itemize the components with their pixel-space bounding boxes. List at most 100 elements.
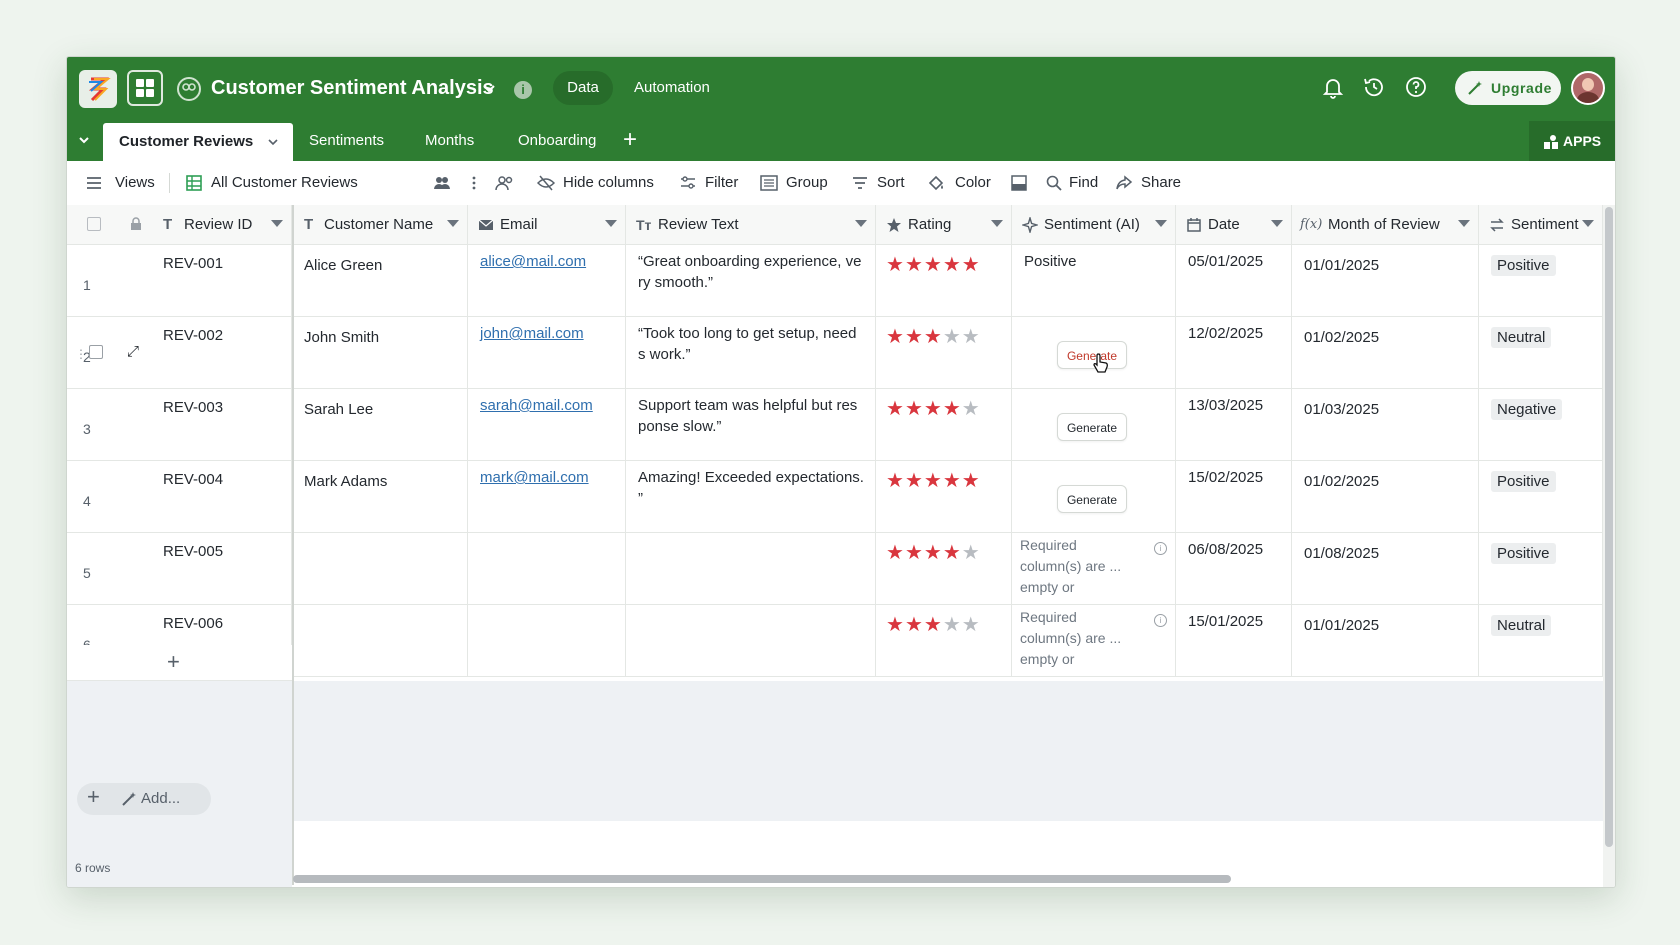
star-icon[interactable]: ★ (924, 542, 943, 564)
caret-down-icon[interactable] (991, 220, 1003, 227)
star-icon[interactable]: ★ (943, 326, 962, 348)
cell-month[interactable]: 01/08/2025 (1292, 533, 1479, 605)
generate-button[interactable]: Generate (1057, 413, 1127, 441)
sentiment-chip[interactable]: Neutral (1491, 327, 1552, 348)
cell-name[interactable]: Sarah Lee (292, 389, 468, 461)
email-link[interactable]: john@mail.com (480, 323, 617, 344)
history-icon[interactable] (1362, 75, 1386, 99)
star-icon[interactable]: ★ (962, 470, 981, 492)
hide-columns-button[interactable]: Hide columns (537, 161, 654, 205)
cell-rating[interactable]: ★★★★★ (876, 245, 1012, 317)
star-icon[interactable]: ★ (905, 542, 924, 564)
caret-down-icon[interactable] (1155, 220, 1167, 227)
star-icon[interactable]: ★ (886, 614, 905, 636)
star-icon[interactable]: ★ (905, 326, 924, 348)
email-link[interactable]: sarah@mail.com (480, 395, 617, 416)
star-icon[interactable]: ★ (886, 470, 905, 492)
cell-id[interactable]: 1 REV-001 (67, 245, 292, 317)
star-icon[interactable]: ★ (886, 326, 905, 348)
header-month-of-review[interactable]: f(x) Month of Review (1292, 205, 1479, 245)
cell-sentiment[interactable]: Neutral (1479, 605, 1603, 677)
caret-down-icon[interactable] (855, 220, 867, 227)
select-all-checkbox[interactable] (87, 217, 101, 231)
cell-text[interactable] (626, 605, 876, 677)
cell-sentiment-ai[interactable]: Positive (1012, 245, 1176, 317)
caret-down-icon[interactable] (1271, 220, 1283, 227)
generate-button[interactable]: Generate (1057, 485, 1127, 513)
add-tab-button[interactable]: + (623, 127, 637, 153)
expand-icon[interactable]: ⤢ (127, 343, 139, 360)
caret-down-icon[interactable] (271, 220, 283, 227)
dashboard-grid-icon[interactable] (127, 70, 163, 106)
cell-email[interactable]: john@mail.com (468, 317, 626, 389)
cell-text[interactable]: “Great onboarding experience, ve ry smoo… (626, 245, 876, 317)
sort-button[interactable]: Sort (851, 161, 905, 205)
cell-sentiment[interactable]: Positive (1479, 245, 1603, 317)
header-sentiment-ai[interactable]: Sentiment (AI) (1012, 205, 1176, 245)
star-icon[interactable]: ★ (924, 614, 943, 636)
sentiment-chip[interactable]: Negative (1491, 399, 1563, 420)
star-icon[interactable]: ★ (886, 542, 905, 564)
header-date[interactable]: Date (1176, 205, 1292, 245)
find-button[interactable]: Find (1045, 161, 1098, 205)
row-height-icon[interactable] (1010, 174, 1028, 192)
scrollbar-thumb[interactable] (1605, 207, 1613, 847)
help-icon[interactable] (1404, 75, 1428, 99)
sentiment-chip[interactable]: Positive (1491, 255, 1556, 276)
add-row-button[interactable]: + (67, 645, 292, 681)
avatar[interactable] (1571, 71, 1605, 105)
nav-automation-button[interactable]: Automation (634, 79, 710, 96)
apps-button[interactable]: APPS (1529, 121, 1615, 161)
star-icon[interactable]: ★ (943, 398, 962, 420)
cell-sentiment[interactable]: Positive (1479, 533, 1603, 605)
cell-id[interactable]: 2 REV-002 ⋮ ⤢ (67, 317, 292, 389)
cell-text[interactable]: Support team was helpful but res ponse s… (626, 389, 876, 461)
cell-rating[interactable]: ★★★★★ (876, 317, 1012, 389)
nav-data-button[interactable]: Data (553, 71, 613, 105)
cell-name[interactable]: Alice Green (292, 245, 468, 317)
star-icon[interactable]: ★ (905, 470, 924, 492)
star-icon[interactable]: ★ (943, 542, 962, 564)
star-icon[interactable]: ★ (962, 398, 981, 420)
info-icon[interactable]: i (514, 81, 532, 99)
cell-rating[interactable]: ★★★★★ (876, 605, 1012, 677)
cell-date[interactable]: 06/08/2025 (1176, 533, 1292, 605)
vertical-scrollbar[interactable] (1603, 205, 1615, 887)
star-rating[interactable]: ★★★★★ (886, 468, 981, 493)
star-rating[interactable]: ★★★★★ (886, 252, 981, 277)
cell-date[interactable]: 05/01/2025 (1176, 245, 1292, 317)
cell-sentiment-ai[interactable]: Required column(s) are ... empty or i (1012, 605, 1176, 677)
cell-date[interactable]: 15/02/2025 (1176, 461, 1292, 533)
share-button[interactable]: Share (1115, 161, 1181, 205)
star-icon[interactable]: ★ (962, 254, 981, 276)
cell-date[interactable]: 15/01/2025 (1176, 605, 1292, 677)
workspace-icon[interactable] (175, 75, 203, 103)
email-link[interactable]: alice@mail.com (480, 251, 617, 272)
caret-down-icon[interactable] (605, 220, 617, 227)
header-email[interactable]: Email (468, 205, 626, 245)
star-icon[interactable]: ★ (886, 254, 905, 276)
group-button[interactable]: Group (760, 161, 828, 205)
add-button[interactable]: + Add... (77, 783, 211, 815)
cell-sentiment-ai[interactable]: Required column(s) are ... empty or i (1012, 533, 1176, 605)
cell-month[interactable]: 01/03/2025 (1292, 389, 1479, 461)
cell-id[interactable]: 3 REV-003 (67, 389, 292, 461)
bell-icon[interactable] (1321, 75, 1345, 99)
star-icon[interactable]: ★ (943, 614, 962, 636)
caret-down-icon[interactable] (1582, 220, 1594, 227)
email-link[interactable]: mark@mail.com (480, 467, 617, 488)
caret-down-icon[interactable] (1458, 220, 1470, 227)
views-button[interactable]: Views (85, 161, 155, 205)
collaborators-icon[interactable] (433, 175, 451, 191)
star-rating[interactable]: ★★★★★ (886, 540, 981, 565)
color-button[interactable]: Color (927, 161, 991, 205)
cell-text[interactable] (626, 533, 876, 605)
header-sentiment[interactable]: Sentiment (1479, 205, 1603, 245)
info-icon[interactable]: i (1154, 614, 1167, 627)
info-icon[interactable]: i (1154, 542, 1167, 555)
star-icon[interactable]: ★ (962, 542, 981, 564)
cell-text[interactable]: Amazing! Exceeded expectations. ” (626, 461, 876, 533)
tab-customer-reviews[interactable]: Customer Reviews (103, 123, 293, 161)
cell-sentiment-ai[interactable]: Generate (1012, 461, 1176, 533)
cell-rating[interactable]: ★★★★★ (876, 533, 1012, 605)
